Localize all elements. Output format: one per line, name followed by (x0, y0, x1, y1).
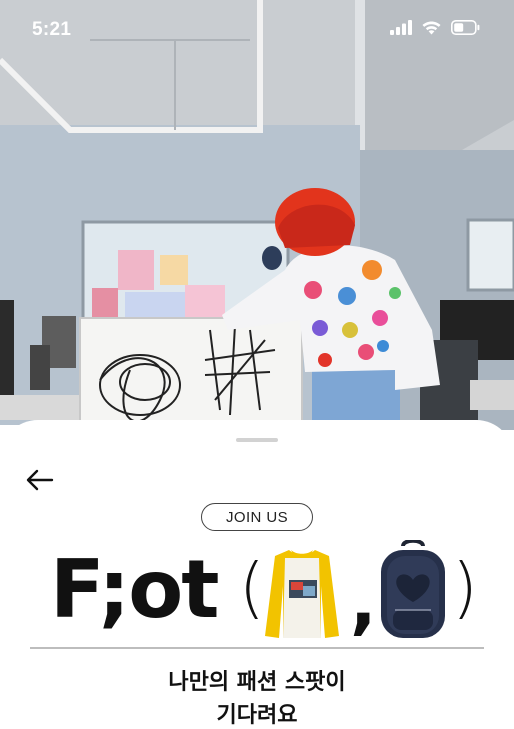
shirt-icon (263, 546, 341, 647)
divider (30, 647, 484, 649)
headline: 나만의 패션 스팟이 기다려요 (0, 666, 514, 729)
brand-close-paren: ) (452, 549, 478, 626)
status-bar: 5:21 (0, 0, 514, 56)
wifi-icon (421, 20, 442, 40)
hero-photo (0, 0, 514, 450)
brand-open-paren: ( (239, 549, 265, 626)
bottom-sheet: JOIN US F;ot ( , ) 나만의 패션 스팟이 기다려요 (0, 420, 514, 729)
headline-line-1: 나만의 패션 스팟이 (168, 670, 346, 695)
headline-line-2: 기다려요 (216, 703, 298, 728)
join-us-badge: JOIN US (201, 503, 313, 531)
brand-word: F;ot (50, 543, 219, 636)
brand-logo: F;ot ( , ) (50, 538, 480, 646)
signal-icon (390, 20, 412, 40)
status-icons (390, 20, 480, 40)
backpack-icon (373, 538, 453, 647)
back-button[interactable] (24, 466, 56, 494)
battery-icon (451, 20, 480, 40)
back-arrow-icon (26, 469, 54, 491)
sheet-grabber-handle[interactable] (236, 438, 278, 442)
status-time: 5:21 (32, 19, 72, 40)
